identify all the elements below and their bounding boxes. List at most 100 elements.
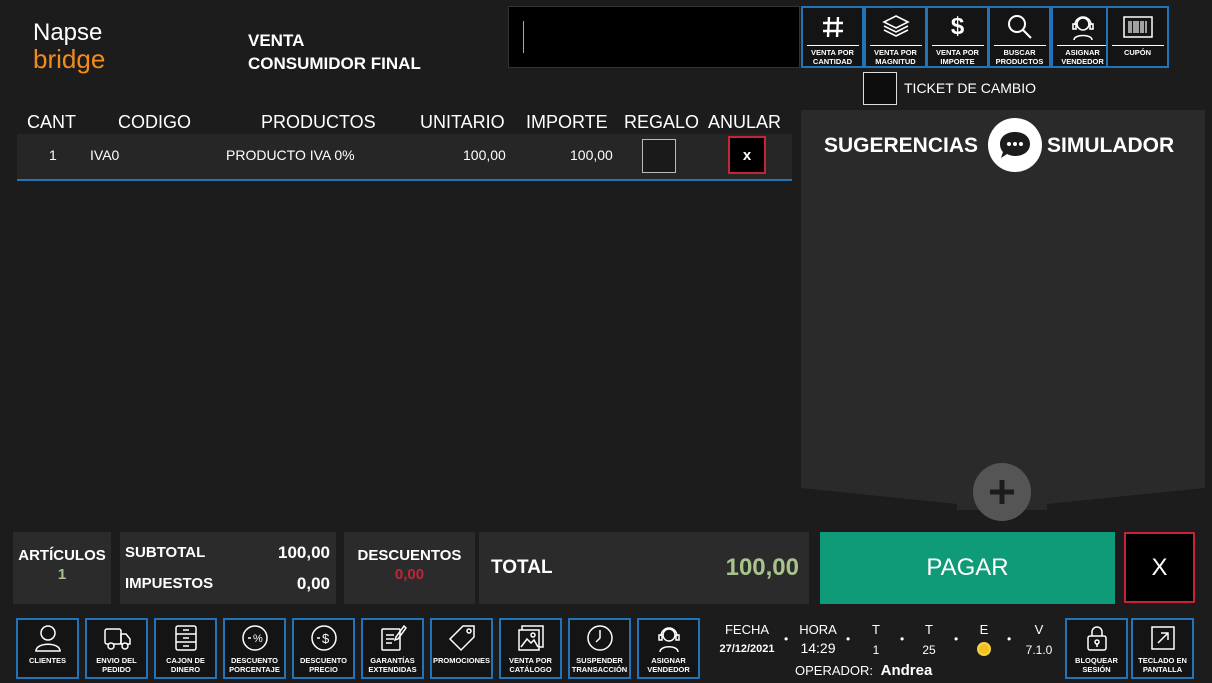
assign-seller-label: ASIGNAR VENDEDOR <box>647 656 690 674</box>
simulator-title: SIMULADOR <box>1047 134 1175 157</box>
lock-session-button[interactable]: BLOQUEAR SESIÓN <box>1065 618 1128 679</box>
toolbar-label: ASIGNAR VENDEDOR <box>1056 45 1109 66</box>
order-shipping-label: ENVIO DEL PEDIDO <box>96 656 137 674</box>
separator-dot: • <box>954 632 959 646</box>
store-info: T 25 <box>917 622 941 657</box>
price-discount-button[interactable]: $ DESCUENTO PRECIO <box>292 618 355 679</box>
extended-warranty-button[interactable]: GARANTÍAS EXTENDIDAS <box>361 618 424 679</box>
operator-label: OPERADOR: <box>795 663 874 678</box>
price-discount-icon: $ <box>309 622 339 654</box>
time-value: 14:29 <box>800 640 836 656</box>
separator-dot: • <box>846 632 851 646</box>
gift-checkbox[interactable] <box>642 139 676 173</box>
assign-seller-button[interactable]: ASIGNAR VENDEDOR <box>1051 6 1114 68</box>
hash-icon <box>821 12 845 42</box>
suspend-transaction-button[interactable]: SUSPENDER TRANSACCIÓN <box>568 618 631 679</box>
clients-button[interactable]: CLIENTES <box>16 618 79 679</box>
ticket-change-label: TICKET DE CAMBIO <box>904 80 1036 96</box>
layers-icon <box>881 12 910 42</box>
expand-icon <box>1148 622 1178 654</box>
operator-info: OPERADOR: Andrea <box>795 662 932 679</box>
subtotal-label: SUBTOTAL <box>125 544 206 561</box>
pay-button[interactable]: PAGAR <box>820 532 1115 604</box>
cash-drawer-label: CAJON DE DINERO <box>166 656 205 674</box>
separator-dot: • <box>1007 632 1012 646</box>
sell-by-quantity-button[interactable]: VENTA POR CANTIDAD <box>801 6 864 68</box>
tag-icon <box>447 622 477 654</box>
suggestions-panel: SUGERENCIAS SIMULADOR <box>801 110 1205 510</box>
percent-discount-icon: % <box>240 622 270 654</box>
store-label: T <box>925 622 933 637</box>
order-shipping-button[interactable]: ENVIO DEL PEDIDO <box>85 618 148 679</box>
cancel-transaction-button[interactable]: X <box>1124 532 1195 603</box>
scan-input[interactable] <box>508 6 800 68</box>
sale-type: VENTA <box>248 31 305 50</box>
date-label: FECHA <box>724 622 770 637</box>
promotions-label: PROMOCIONES <box>432 656 491 665</box>
operator-name: Andrea <box>880 662 933 679</box>
cell-importe: 100,00 <box>570 147 613 163</box>
version-value: 7.1.0 <box>1025 643 1053 657</box>
svg-text:$: $ <box>322 631 330 646</box>
toolbar-label: VENTA POR IMPORTE <box>931 45 984 66</box>
subtotal-value: 100,00 <box>278 543 330 562</box>
articles-box: ARTÍCULOS 1 <box>13 532 111 604</box>
total-value: 100,00 <box>725 554 799 581</box>
cash-drawer-button[interactable]: CAJON DE DINERO <box>154 618 217 679</box>
delivery-truck-icon <box>102 622 132 654</box>
clients-label: CLIENTES <box>28 656 67 665</box>
ticket-change-checkbox[interactable] <box>863 72 897 105</box>
terminal-value: 1 <box>872 643 880 657</box>
lock-icon <box>1082 622 1112 654</box>
sale-title: VENTA CONSUMIDOR FINAL <box>248 29 421 75</box>
onscreen-keyboard-button[interactable]: TECLADO EN PANTALLA <box>1131 618 1194 679</box>
total-box: TOTAL 100,00 <box>479 532 809 604</box>
napse-bridge-logo: Napse bridge <box>33 19 105 73</box>
sell-by-amount-button[interactable]: $ VENTA POR IMPORTE <box>926 6 989 68</box>
time-info: HORA 14:29 <box>796 622 840 656</box>
catalog-icon <box>516 622 546 654</box>
date-info: FECHA 27/12/2021 <box>716 622 778 655</box>
cell-codigo: IVA0 <box>90 147 120 163</box>
chat-icon[interactable] <box>988 118 1042 172</box>
taxes-value: 0,00 <box>296 574 330 593</box>
search-icon <box>1006 12 1034 42</box>
add-button[interactable] <box>973 463 1031 521</box>
catalog-sale-button[interactable]: VENTA POR CATÁLOGO <box>499 618 562 679</box>
search-products-button[interactable]: BUSCAR PRODUCTOS <box>988 6 1051 68</box>
promotions-button[interactable]: PROMOCIONES <box>430 618 493 679</box>
clock-icon <box>585 622 615 654</box>
cell-cant: 1 <box>49 147 57 163</box>
articles-label: ARTÍCULOS <box>18 547 106 564</box>
version-label: V <box>1034 622 1044 637</box>
headset-icon <box>654 622 684 654</box>
header-cant: CANT <box>27 112 76 132</box>
percent-discount-button[interactable]: % DESCUENTO PORCENTAJE <box>223 618 286 679</box>
suggestions-title: SUGERENCIAS <box>824 134 979 157</box>
catalog-sale-label: VENTA POR CATÁLOGO <box>509 656 552 674</box>
header-regalo: REGALO <box>624 112 700 132</box>
warranty-icon <box>378 622 408 654</box>
separator-dot: • <box>784 632 789 646</box>
table-row[interactable]: 1 IVA0 PRODUCTO IVA 0% 100,00 100,00 x <box>17 134 792 181</box>
sell-by-magnitude-button[interactable]: VENTA POR MAGNITUD <box>864 6 927 68</box>
toolbar-label: VENTA POR CANTIDAD <box>806 45 859 66</box>
cash-drawer-icon <box>171 622 201 654</box>
articles-count: 1 <box>57 566 67 583</box>
subtotal-box: SUBTOTAL 100,00 IMPUESTOS 0,00 <box>120 532 336 604</box>
coupon-button[interactable]: CUPÓN <box>1106 6 1169 68</box>
svg-text:%: % <box>253 633 263 645</box>
total-label: TOTAL <box>491 557 553 578</box>
logo-line1: Napse <box>33 19 103 46</box>
assign-seller-bottom-button[interactable]: ASIGNAR VENDEDOR <box>637 618 700 679</box>
separator-dot: • <box>900 632 905 646</box>
time-label: HORA <box>799 622 837 637</box>
void-item-button[interactable]: x <box>728 136 766 174</box>
header-codigo: CODIGO <box>118 112 192 132</box>
header-importe: IMPORTE <box>526 112 608 132</box>
price-discount-label: DESCUENTO PRECIO <box>300 656 347 674</box>
version-info: V 7.1.0 <box>1024 622 1054 657</box>
status-info: E <box>974 622 994 656</box>
onscreen-keyboard-label: TECLADO EN PANTALLA <box>1138 656 1187 674</box>
status-label: E <box>979 622 989 637</box>
